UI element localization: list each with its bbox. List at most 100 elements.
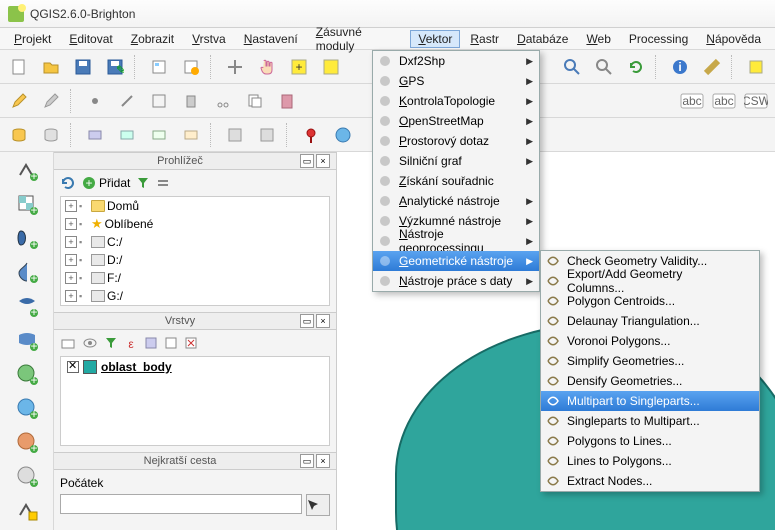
add-spatialite-button[interactable]: + bbox=[13, 258, 41, 286]
layers-filter-button[interactable] bbox=[104, 336, 118, 350]
geom-menu-item[interactable]: Multipart to Singleparts... bbox=[541, 391, 759, 411]
label-abc-button[interactable]: abc bbox=[677, 87, 707, 115]
edit-button[interactable] bbox=[4, 87, 34, 115]
geom-menu-item[interactable]: Extract Nodes... bbox=[541, 471, 759, 491]
add-wcs-button[interactable]: + bbox=[13, 394, 41, 422]
add-vector-button[interactable]: + bbox=[13, 156, 41, 184]
browser-collapse-button[interactable] bbox=[156, 176, 170, 190]
geom-menu-item[interactable]: Simplify Geometries... bbox=[541, 351, 759, 371]
browser-item[interactable]: +▪F:/ bbox=[61, 269, 329, 287]
menu-vrstva[interactable]: Vrstva bbox=[184, 30, 234, 48]
csw-button[interactable]: CSW bbox=[741, 87, 771, 115]
layer-btn-5[interactable] bbox=[220, 121, 250, 149]
layers-collapse-button[interactable] bbox=[164, 336, 178, 350]
vektor-menu-item[interactable]: KontrolaTopologie▶ bbox=[373, 91, 539, 111]
add-wfs-button[interactable]: + bbox=[13, 428, 41, 456]
select-button[interactable] bbox=[589, 53, 619, 81]
add-raster-button[interactable]: + bbox=[13, 190, 41, 218]
expand-icon[interactable]: + bbox=[65, 200, 77, 212]
geom-menu-item[interactable]: Lines to Polygons... bbox=[541, 451, 759, 471]
globe-button[interactable] bbox=[328, 121, 358, 149]
browser-item[interactable]: +▪Domů bbox=[61, 197, 329, 215]
shortest-path-start-input[interactable] bbox=[60, 494, 302, 514]
add-wms-button[interactable]: + bbox=[13, 360, 41, 388]
label-abc2-button[interactable]: abc bbox=[709, 87, 739, 115]
identify-button[interactable] bbox=[557, 53, 587, 81]
open-project-button[interactable] bbox=[36, 53, 66, 81]
geom-menu-item[interactable]: Polygon Centroids... bbox=[541, 291, 759, 311]
vektor-menu-item[interactable]: Nástroje geoprocessingu▶ bbox=[373, 231, 539, 251]
add-csv-button[interactable]: + bbox=[13, 462, 41, 490]
expand-icon[interactable]: + bbox=[65, 218, 77, 230]
add-oracle-button[interactable]: + bbox=[13, 326, 41, 354]
layers-tree[interactable]: oblast_body bbox=[60, 356, 330, 446]
menu-nápověda[interactable]: Nápověda bbox=[698, 30, 769, 48]
new-project-button[interactable] bbox=[4, 53, 34, 81]
layer-checkbox[interactable] bbox=[67, 361, 79, 373]
layers-add-group-button[interactable] bbox=[60, 335, 76, 351]
geom-menu-item[interactable]: Densify Geometries... bbox=[541, 371, 759, 391]
browser-undock-button[interactable]: ▭ bbox=[300, 154, 314, 168]
vektor-menu-item[interactable]: OpenStreetMap▶ bbox=[373, 111, 539, 131]
browser-refresh-button[interactable] bbox=[60, 175, 76, 191]
expand-icon[interactable]: + bbox=[65, 254, 77, 266]
geom-menu-item[interactable]: Singleparts to Multipart... bbox=[541, 411, 759, 431]
print-composer-button[interactable] bbox=[144, 53, 174, 81]
cut-button[interactable] bbox=[208, 87, 238, 115]
save-button[interactable] bbox=[68, 53, 98, 81]
db-button-2[interactable] bbox=[36, 121, 66, 149]
shortest-path-close-button[interactable]: × bbox=[316, 454, 330, 468]
menu-databáze[interactable]: Databáze bbox=[509, 30, 576, 48]
db-button-1[interactable] bbox=[4, 121, 34, 149]
expand-icon[interactable]: + bbox=[65, 290, 77, 302]
pan-button[interactable] bbox=[220, 53, 250, 81]
vektor-menu-item[interactable]: Nástroje práce s daty▶ bbox=[373, 271, 539, 291]
zoom-full-button[interactable] bbox=[741, 53, 771, 81]
menu-vektor[interactable]: Vektor bbox=[410, 30, 460, 48]
menu-editovat[interactable]: Editovat bbox=[61, 30, 120, 48]
vektor-menu-item[interactable]: Geometrické nástroje▶ bbox=[373, 251, 539, 271]
browser-filter-button[interactable] bbox=[136, 176, 150, 190]
browser-close-button[interactable]: × bbox=[316, 154, 330, 168]
geom-menu-item[interactable]: Voronoi Polygons... bbox=[541, 331, 759, 351]
browser-item[interactable]: +▪G:/ bbox=[61, 287, 329, 305]
zoom-out-button[interactable] bbox=[316, 53, 346, 81]
geom-menu-item[interactable]: Export/Add Geometry Columns... bbox=[541, 271, 759, 291]
save-as-button[interactable]: ✎ bbox=[100, 53, 130, 81]
layer-btn-2[interactable] bbox=[112, 121, 142, 149]
expand-icon[interactable]: + bbox=[65, 272, 77, 284]
vektor-menu-item[interactable]: Analytické nástroje▶ bbox=[373, 191, 539, 211]
add-postgis-button[interactable]: + bbox=[13, 224, 41, 252]
layers-remove-button[interactable] bbox=[184, 336, 198, 350]
layer-btn-3[interactable] bbox=[144, 121, 174, 149]
geom-menu-item[interactable]: Polygons to Lines... bbox=[541, 431, 759, 451]
menu-zobrazit[interactable]: Zobrazit bbox=[123, 30, 182, 48]
layers-visibility-button[interactable] bbox=[82, 335, 98, 351]
browser-item[interactable]: +▪★Oblíbené bbox=[61, 215, 329, 233]
vektor-menu-item[interactable]: Silniční graf▶ bbox=[373, 151, 539, 171]
expand-icon[interactable]: + bbox=[65, 236, 77, 248]
measure-button[interactable] bbox=[697, 53, 727, 81]
layers-undock-button[interactable]: ▭ bbox=[300, 314, 314, 328]
node-tool-button[interactable] bbox=[144, 87, 174, 115]
layers-expand-button[interactable] bbox=[144, 336, 158, 350]
layers-close-button[interactable]: × bbox=[316, 314, 330, 328]
menu-nastavení[interactable]: Nastavení bbox=[236, 30, 306, 48]
vektor-menu-item[interactable]: GPS▶ bbox=[373, 71, 539, 91]
pan-selection-button[interactable] bbox=[252, 53, 282, 81]
shortest-path-pick-button[interactable] bbox=[306, 494, 330, 516]
menu-projekt[interactable]: Projekt bbox=[6, 30, 59, 48]
menu-rastr[interactable]: Rastr bbox=[462, 30, 507, 48]
layer-btn-4[interactable] bbox=[176, 121, 206, 149]
geom-menu-item[interactable]: Delaunay Triangulation... bbox=[541, 311, 759, 331]
shortest-path-undock-button[interactable]: ▭ bbox=[300, 454, 314, 468]
add-feature-button[interactable] bbox=[80, 87, 110, 115]
vektor-menu-item[interactable]: Získání souřadnic bbox=[373, 171, 539, 191]
zoom-in-button[interactable]: + bbox=[284, 53, 314, 81]
pin-button[interactable] bbox=[296, 121, 326, 149]
copy-button[interactable] bbox=[240, 87, 270, 115]
info-button[interactable]: i bbox=[665, 53, 695, 81]
edit-save-button[interactable] bbox=[36, 87, 66, 115]
browser-add-button[interactable]: +Přidat bbox=[82, 176, 130, 190]
menu-processing[interactable]: Processing bbox=[621, 30, 696, 48]
